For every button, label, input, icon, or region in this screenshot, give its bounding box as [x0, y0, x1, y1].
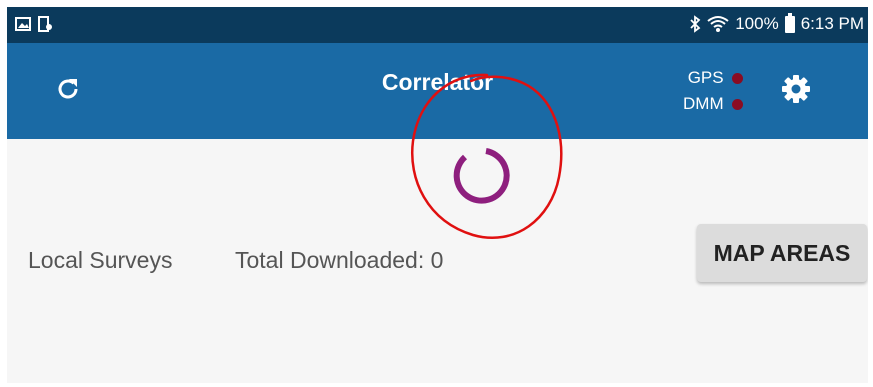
status-time: 6:13 PM — [800, 14, 864, 33]
dmm-status-dot — [731, 98, 743, 110]
notification-icon — [38, 16, 52, 32]
battery-icon — [784, 12, 795, 33]
gps-label: GPS — [687, 68, 724, 87]
status-indicators: GPS DMM — [683, 65, 743, 117]
app-bar: Correlator GPS DMM — [7, 43, 868, 139]
dmm-indicator: DMM — [683, 91, 743, 117]
battery-percentage: 100% — [735, 14, 779, 33]
gps-indicator: GPS — [683, 65, 743, 91]
gear-icon[interactable] — [780, 73, 812, 105]
local-surveys-label: Local Surveys — [28, 247, 173, 273]
map-areas-button[interactable]: MAP AREAS — [697, 224, 867, 282]
loading-spinner — [453, 148, 510, 204]
gps-status-dot — [731, 72, 743, 84]
wifi-icon — [707, 16, 729, 32]
dmm-label: DMM — [683, 94, 724, 113]
gallery-icon — [15, 17, 31, 31]
status-bar: 100% 6:13 PM — [7, 7, 868, 43]
status-bar-left-icons — [15, 16, 53, 32]
app-screen: 100% 6:13 PM Correlator GPS DMM Local Su… — [7, 7, 868, 383]
bluetooth-icon — [690, 15, 701, 33]
status-bar-right: 100% 6:13 PM — [689, 12, 864, 34]
total-downloaded-label: Total Downloaded: 0 — [235, 247, 444, 273]
